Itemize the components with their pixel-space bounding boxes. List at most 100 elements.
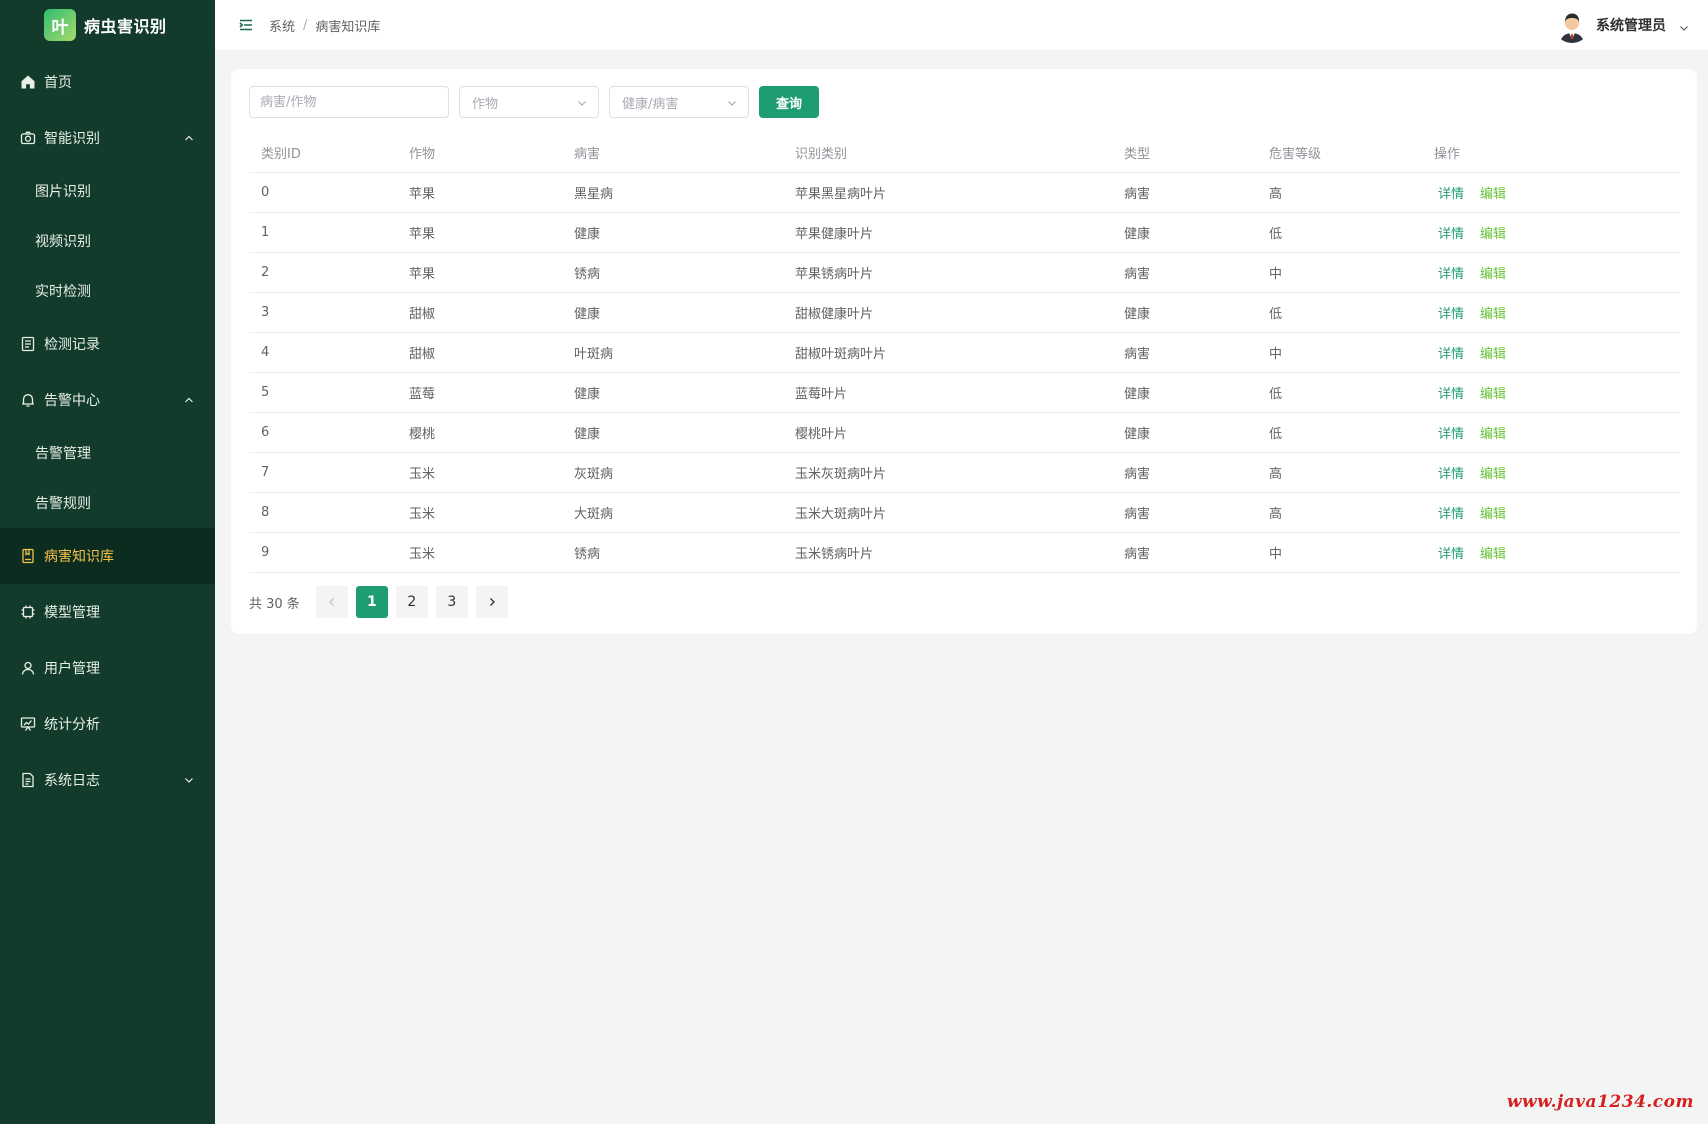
sidebar-item-home[interactable]: 首页 [0, 54, 215, 110]
sidebar: 叶 病虫害识别 首页 智能识别 图片识别 视频识别 实时检测 检测记录 告警中心… [0, 0, 215, 1124]
user-name[interactable]: 系统管理员 [1596, 15, 1666, 35]
cell-recognition-class: 苹果健康叶片 [783, 212, 1112, 253]
chevron-down-icon [183, 774, 195, 786]
cell-category-id: 9 [249, 532, 397, 573]
edit-link[interactable]: 编辑 [1480, 307, 1506, 322]
page-button-3[interactable]: 3 [435, 586, 468, 618]
log-icon [20, 772, 36, 788]
status-select-placeholder: 健康/病害 [622, 96, 679, 112]
cell-type: 健康 [1112, 412, 1257, 453]
prev-page-button[interactable] [315, 586, 348, 618]
breadcrumb-item-system[interactable]: 系统 [269, 16, 295, 35]
sidebar-item-system-log[interactable]: 系统日志 [0, 752, 215, 808]
sidebar-item-alert-center[interactable]: 告警中心 [0, 372, 215, 428]
sidebar-item-label: 视频识别 [35, 234, 91, 250]
sidebar-item-video-recognition[interactable]: 视频识别 [0, 216, 215, 266]
cell-category-id: 0 [249, 172, 397, 213]
sidebar-item-statistics[interactable]: 统计分析 [0, 696, 215, 752]
table-row: 8 玉米 大斑病 玉米大斑病叶片 病害高 详情 编辑 [249, 492, 1680, 533]
detail-link[interactable]: 详情 [1438, 307, 1464, 322]
cell-category-id: 3 [249, 292, 397, 333]
sidebar-item-realtime-detection[interactable]: 实时检测 [0, 266, 215, 316]
column-header-recognition-class: 识别类别 [783, 133, 1112, 173]
chart-icon [20, 716, 36, 732]
cell-disease: 黑星病 [562, 172, 783, 213]
edit-link[interactable]: 编辑 [1480, 507, 1506, 522]
sidebar-item-detection-records[interactable]: 检测记录 [0, 316, 215, 372]
camera-icon [20, 130, 36, 146]
detail-link[interactable]: 详情 [1438, 267, 1464, 282]
knowledge-table: 类别ID 作物 病害 识别类别 类型 危害等级 操作 0 苹果 黑星病 苹果黑星病叶片… [249, 133, 1680, 573]
cell-recognition-class: 玉米锈病叶片 [783, 532, 1112, 573]
sidebar-item-model-management[interactable]: 模型管理 [0, 584, 215, 640]
detail-link[interactable]: 详情 [1438, 507, 1464, 522]
avatar[interactable] [1554, 7, 1590, 43]
page-button-1[interactable]: 1 [355, 586, 388, 618]
cell-actions: 详情 编辑 [1422, 172, 1680, 213]
chevron-up-icon [183, 394, 195, 406]
page-button-2[interactable]: 2 [395, 586, 428, 618]
edit-link[interactable]: 编辑 [1480, 187, 1506, 202]
next-page-button[interactable] [475, 586, 508, 618]
cell-disease: 锈病 [562, 252, 783, 293]
sidebar-item-user-management[interactable]: 用户管理 [0, 640, 215, 696]
sidebar-item-label: 告警管理 [35, 446, 91, 462]
status-select[interactable]: 健康/病害 [609, 86, 749, 118]
detail-link[interactable]: 详情 [1438, 467, 1464, 482]
column-header-actions: 操作 [1422, 133, 1680, 173]
sidebar-item-label: 病害知识库 [44, 549, 114, 565]
cell-type: 病害 [1112, 532, 1257, 573]
cell-recognition-class: 苹果锈病叶片 [783, 252, 1112, 293]
table-header-row: 类别ID 作物 病害 识别类别 类型 危害等级 操作 [249, 133, 1680, 173]
sidebar-item-image-recognition[interactable]: 图片识别 [0, 166, 215, 216]
detail-link[interactable]: 详情 [1438, 387, 1464, 402]
table-row: 6 樱桃 健康 樱桃叶片 健康低详情 编辑 [249, 412, 1680, 453]
logo[interactable]: 叶 病虫害识别 [0, 0, 215, 50]
column-header-crop: 作物 [397, 133, 562, 173]
detail-link[interactable]: 详情 [1438, 227, 1464, 242]
cell-crop: 苹果 [397, 252, 562, 293]
document-icon [20, 336, 36, 352]
cell-hazard-level: 高 [1257, 452, 1422, 493]
detail-link[interactable]: 详情 [1438, 547, 1464, 562]
crop-select[interactable]: 作物 [459, 86, 599, 118]
cell-hazard-level: 高 [1257, 172, 1422, 213]
chevron-down-icon[interactable] [1678, 19, 1690, 31]
cell-actions: 详情 编辑 [1422, 532, 1680, 573]
cell-type: 病害 [1112, 492, 1257, 533]
cell-crop: 玉米 [397, 532, 562, 573]
query-button[interactable]: 查询 [759, 86, 819, 118]
sidebar-item-label: 首页 [44, 75, 72, 91]
cell-crop: 玉米 [397, 492, 562, 533]
keyword-search-input[interactable] [249, 86, 449, 118]
cell-crop: 蓝莓 [397, 372, 562, 413]
cell-category-id: 5 [249, 372, 397, 413]
cell-category-id: 6 [249, 412, 397, 453]
cell-type: 健康 [1112, 372, 1257, 413]
edit-link[interactable]: 编辑 [1480, 267, 1506, 282]
cell-crop: 甜椒 [397, 332, 562, 373]
edit-link[interactable]: 编辑 [1480, 387, 1506, 402]
cell-actions: 详情 编辑 [1422, 372, 1680, 413]
menu-toggle-icon[interactable] [237, 16, 255, 34]
cell-type: 病害 [1112, 332, 1257, 373]
detail-link[interactable]: 详情 [1438, 427, 1464, 442]
detail-link[interactable]: 详情 [1438, 187, 1464, 202]
column-header-disease: 病害 [562, 133, 783, 173]
detail-link[interactable]: 详情 [1438, 347, 1464, 362]
sidebar-item-smart-recognition[interactable]: 智能识别 [0, 110, 215, 166]
edit-link[interactable]: 编辑 [1480, 467, 1506, 482]
edit-link[interactable]: 编辑 [1480, 427, 1506, 442]
edit-link[interactable]: 编辑 [1480, 347, 1506, 362]
column-header-category-id: 类别ID [249, 133, 397, 173]
sidebar-item-alert-rules[interactable]: 告警规则 [0, 478, 215, 528]
cell-actions: 详情 编辑 [1422, 252, 1680, 293]
edit-link[interactable]: 编辑 [1480, 547, 1506, 562]
edit-link[interactable]: 编辑 [1480, 227, 1506, 242]
sidebar-item-alert-management[interactable]: 告警管理 [0, 428, 215, 478]
table-row: 2 苹果 锈病 苹果锈病叶片 病害中 详情 编辑 [249, 252, 1680, 293]
sidebar-item-label: 图片识别 [35, 184, 91, 200]
sidebar-item-disease-knowledge[interactable]: 病害知识库 [0, 528, 215, 584]
cell-category-id: 1 [249, 212, 397, 253]
user-menu[interactable]: 系统管理员 [1554, 0, 1690, 50]
